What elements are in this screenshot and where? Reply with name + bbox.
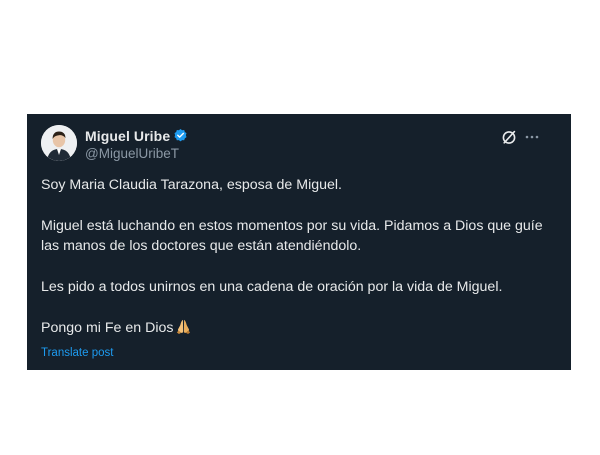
avatar-portrait-icon — [41, 125, 77, 161]
verified-badge-icon — [173, 128, 188, 143]
display-name-row: Miguel Uribe — [85, 127, 188, 144]
avatar[interactable] — [41, 125, 77, 161]
tweet-paragraph: Soy Maria Claudia Tarazona, esposa de Mi… — [41, 177, 342, 193]
tweet-paragraph: Les pido a todos unirnos en una cadena d… — [41, 279, 503, 295]
tweet-paragraph: Miguel está luchando en estos momentos p… — [41, 218, 543, 254]
author-handle[interactable]: @MiguelUribeT — [85, 146, 188, 161]
author-display-name[interactable]: Miguel Uribe — [85, 128, 170, 144]
tweet-text: Soy Maria Claudia Tarazona, esposa de Mi… — [41, 175, 561, 338]
tweet-paragraph-last: Pongo mi Fe en Dios — [41, 318, 561, 338]
more-options-icon[interactable] — [524, 129, 540, 145]
tweet-card: Miguel Uribe @MiguelUribeT Soy Maria Cla… — [27, 114, 571, 370]
author-info: Miguel Uribe @MiguelUribeT — [85, 127, 188, 161]
grok-icon[interactable] — [501, 129, 517, 145]
praying-hands-icon — [175, 318, 192, 335]
translate-post-link[interactable]: Translate post — [41, 347, 113, 359]
tweet-paragraph: Pongo mi Fe en Dios — [41, 320, 174, 336]
page: Miguel Uribe @MiguelUribeT Soy Maria Cla… — [0, 0, 600, 455]
